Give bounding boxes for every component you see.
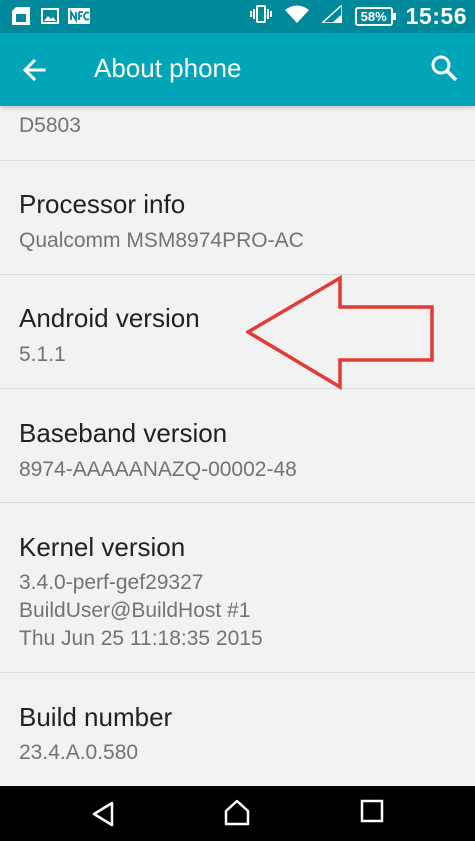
item-summary: 3.4.0-perf-gef29327 BuildUser@BuildHost … xyxy=(19,571,263,650)
list-item-processor-info[interactable]: Processor info Qualcomm MSM8974PRO-AC xyxy=(0,161,475,275)
search-icon[interactable] xyxy=(429,53,459,83)
red-arrow-annotation xyxy=(246,275,434,390)
cellular-signal-icon xyxy=(319,3,343,28)
list-item-build-number[interactable]: Build number 23.4.A.0.580 xyxy=(0,673,475,786)
status-left-icons xyxy=(10,7,90,30)
item-summary: D5803 xyxy=(19,114,81,137)
page-title: About phone xyxy=(94,53,242,83)
item-summary: 8974-AAAAANAZQ-00002-48 xyxy=(19,458,297,481)
status-bar: 58% 15:56 xyxy=(0,0,475,33)
nfc-icon xyxy=(68,8,90,29)
app-bar: About phone xyxy=(0,33,475,106)
image-icon xyxy=(41,8,59,29)
status-right-icons: 58% 15:56 xyxy=(249,0,467,33)
sim-card-icon xyxy=(10,7,32,30)
list-item-baseband-version[interactable]: Baseband version 8974-AAAAANAZQ-00002-48 xyxy=(0,389,475,503)
list-item-model[interactable]: D5803 xyxy=(0,106,475,161)
navigation-bar xyxy=(0,786,475,841)
item-title: Baseband version xyxy=(19,418,228,448)
vibrate-icon xyxy=(249,4,272,29)
list-item-kernel-version[interactable]: Kernel version 3.4.0-perf-gef29327 Build… xyxy=(0,503,475,673)
item-title: Processor info xyxy=(19,189,186,219)
item-title: Kernel version xyxy=(19,532,186,562)
arrow-back-icon[interactable] xyxy=(20,55,50,85)
battery-indicator: 58% xyxy=(354,7,396,26)
item-title: Android version xyxy=(19,303,200,333)
item-summary: 23.4.A.0.580 xyxy=(19,741,139,764)
nav-home-icon[interactable] xyxy=(222,798,252,828)
wifi-icon xyxy=(284,5,309,28)
status-clock: 15:56 xyxy=(405,3,467,29)
item-title: Build number xyxy=(19,702,173,732)
item-summary: 5.1.1 xyxy=(19,343,66,366)
nav-back-icon[interactable] xyxy=(90,800,118,828)
nav-recents-icon[interactable] xyxy=(359,798,385,824)
item-summary: Qualcomm MSM8974PRO-AC xyxy=(19,229,304,252)
settings-list: D5803 Processor info Qualcomm MSM8974PRO… xyxy=(0,106,475,786)
